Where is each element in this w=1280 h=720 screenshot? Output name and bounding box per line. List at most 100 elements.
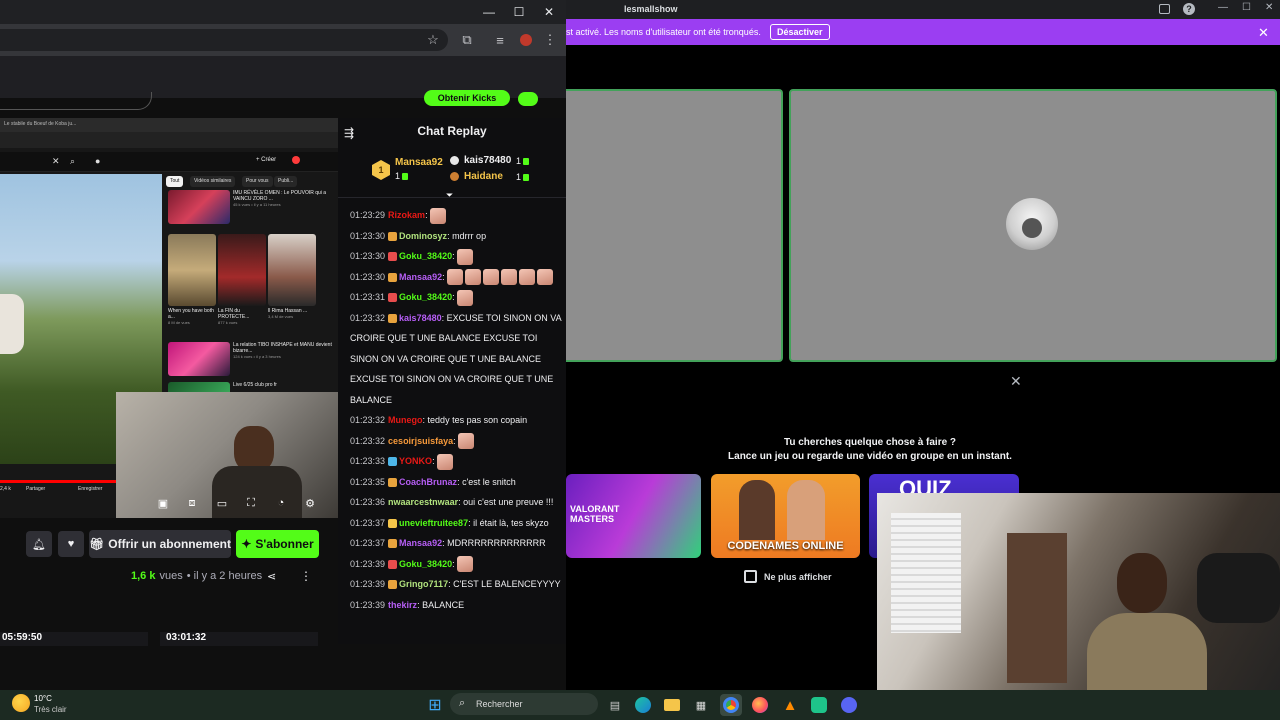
theater-mode-icon[interactable]: ▭ <box>213 494 231 512</box>
share-icon[interactable]: ⋖ <box>267 570 276 583</box>
store-icon[interactable]: ▦ <box>690 694 712 716</box>
video-title: Live 6/25 club pro fr <box>233 382 277 388</box>
message-username[interactable]: cesoirjsuisfaya <box>388 436 453 446</box>
subscribe-button[interactable]: ✦ S'abonner <box>236 530 319 558</box>
inbox-icon[interactable] <box>1159 4 1170 14</box>
message-username[interactable]: Rizokam <box>388 210 425 220</box>
vod-thumbnail[interactable]: 03:01:32 <box>160 632 318 646</box>
search-pill[interactable] <box>0 92 152 110</box>
notification-bell-button[interactable]: 🔔︎ <box>26 531 52 557</box>
discord-maximize-button[interactable]: ☐ <box>1242 2 1251 13</box>
clip-icon[interactable]: ⧈ <box>183 494 201 512</box>
user-badge-icon <box>388 457 398 467</box>
profile-icon[interactable] <box>516 30 536 50</box>
maximize-button[interactable]: ☐ <box>504 0 534 24</box>
message-username[interactable]: YONKO <box>399 456 432 466</box>
weather-temperature[interactable]: 10°C <box>34 694 52 703</box>
weather-description[interactable]: Très clair <box>34 705 67 714</box>
settings-gear-icon[interactable]: ⚙ <box>301 494 319 512</box>
weather-moon-icon[interactable] <box>12 694 30 712</box>
dont-show-again[interactable]: Ne plus afficher <box>744 570 832 583</box>
bookmark-star-icon[interactable]: ☆ <box>423 30 443 50</box>
activity-card-codenames[interactable]: CODENAMES ONLINE <box>711 474 860 558</box>
message-username[interactable]: Mansaa92 <box>399 272 442 282</box>
streamer-webcam <box>877 493 1280 720</box>
emote-icon <box>446 269 463 286</box>
message-timestamp: 01:23:39 <box>350 579 386 589</box>
gift-sub-button[interactable]: 🎁︎ Offrir un abonnement <box>89 530 231 558</box>
message-timestamp: 01:23:39 <box>350 599 386 610</box>
follow-heart-button[interactable]: ♥ <box>58 531 84 557</box>
app-icon[interactable] <box>808 694 830 716</box>
activity-card-valorant[interactable]: VALORANT MASTERS <box>566 474 701 558</box>
disable-button[interactable]: Désactiver <box>770 24 830 40</box>
message-username[interactable]: Goku_38420 <box>399 251 452 261</box>
activity-close-icon[interactable]: ✕ <box>1010 373 1022 390</box>
close-button[interactable]: ✕ <box>534 0 564 24</box>
message-username[interactable]: Mansaa92 <box>399 538 442 548</box>
edge-icon[interactable] <box>632 694 654 716</box>
get-kicks-button[interactable]: Obtenir Kicks <box>424 90 510 106</box>
taskbar-search[interactable]: ⌕ Rechercher <box>450 693 598 715</box>
create-label: + Créer <box>256 157 277 163</box>
message-text: : il était là, tes skyzo <box>468 517 549 528</box>
vod-thumbnail[interactable]: 05:59:50 <box>0 632 148 646</box>
message-timestamp: 01:23:32 <box>350 435 386 446</box>
video-title: IMU RÉVÈLE OMEN : Le POUVOIR qui a VAINC… <box>233 190 327 202</box>
vlc-icon[interactable]: ▲ <box>779 694 801 716</box>
message-timestamp: 01:23:33 <box>350 456 386 466</box>
minimize-button[interactable]: — <box>474 0 504 24</box>
user-badge-icon <box>388 559 398 569</box>
message-username[interactable]: Gringo7117 <box>399 579 448 589</box>
message-username[interactable]: Dominosyz <box>399 231 447 241</box>
discord-icon[interactable] <box>838 694 860 716</box>
leader-name: Mansaa92 <box>395 157 443 168</box>
notice-text: st activé. Les noms d'utilisateur ont ét… <box>566 27 761 37</box>
message-timestamp: 01:23:37 <box>350 517 386 528</box>
firefox-icon[interactable] <box>749 694 771 716</box>
message-username[interactable]: Munego <box>388 415 423 425</box>
discord-close-button[interactable]: ✕ <box>1265 2 1273 13</box>
browser-menu-icon[interactable]: ⋮ <box>540 30 560 50</box>
message-username[interactable]: Goku_38420 <box>399 292 452 302</box>
user-badge-icon <box>388 580 398 590</box>
message-username[interactable]: thekirz <box>388 600 417 610</box>
like-count: 2,4 k <box>0 486 11 492</box>
chat-message: 01:23:37 Mansaa92: MDRRRRRRRRRRRRR <box>350 533 562 554</box>
emote-icon <box>456 556 473 573</box>
stream-video-player[interactable]: Le stabile du Boeuf de Koba ju... ✕ ⌕ ● … <box>0 118 338 518</box>
discord-minimize-button[interactable]: — <box>1218 2 1228 13</box>
expand-leaderboard-icon[interactable]: ⏷ <box>446 190 453 201</box>
task-view-icon[interactable]: ▤ <box>604 694 626 716</box>
help-icon[interactable]: ? <box>1183 3 1195 15</box>
video-thumb <box>168 234 216 306</box>
address-bar[interactable] <box>0 29 448 51</box>
avatar-face <box>1022 218 1042 238</box>
message-text: : c'est le snitch <box>457 476 516 487</box>
more-options-icon[interactable]: ⋮ <box>300 569 312 583</box>
dont-show-checkbox[interactable] <box>744 570 757 583</box>
message-timestamp: 01:23:36 <box>350 497 386 507</box>
chrome-icon[interactable] <box>720 694 742 716</box>
message-username[interactable]: nwaarcestnwaar <box>388 497 458 507</box>
video-meta: 877 k vues <box>218 320 238 325</box>
fullscreen-icon[interactable]: ⛶ <box>242 494 260 512</box>
mini-player-icon[interactable]: ▣ <box>154 494 172 512</box>
message-username[interactable]: CoachBrunaz <box>399 477 457 487</box>
file-explorer-icon[interactable] <box>661 694 683 716</box>
close-icon: ✕ <box>52 156 60 166</box>
media-control-icon[interactable]: ≡ <box>490 30 510 50</box>
chip-similar: Vidéos similaires <box>190 176 236 187</box>
gift-leaderboard: 1 Mansaa92 1 kais78480 1 Haidane 1 ⏷ <box>338 150 566 201</box>
notice-close-icon[interactable]: ✕ <box>1258 25 1269 41</box>
voice-participant-tile[interactable] <box>566 89 783 362</box>
video-title: La FIN du PROTECTE... <box>218 308 250 320</box>
extensions-icon[interactable]: ⧉ <box>457 30 477 50</box>
message-username[interactable]: kais78480 <box>399 313 442 323</box>
speed-icon[interactable]: ◔ <box>272 494 290 512</box>
start-windows-icon[interactable]: ⊞ <box>424 694 446 716</box>
message-username[interactable]: Goku_38420 <box>399 559 452 569</box>
video-thumb <box>268 234 316 306</box>
emote-icon <box>429 207 446 224</box>
message-username[interactable]: unevieftruitee87 <box>399 518 468 528</box>
